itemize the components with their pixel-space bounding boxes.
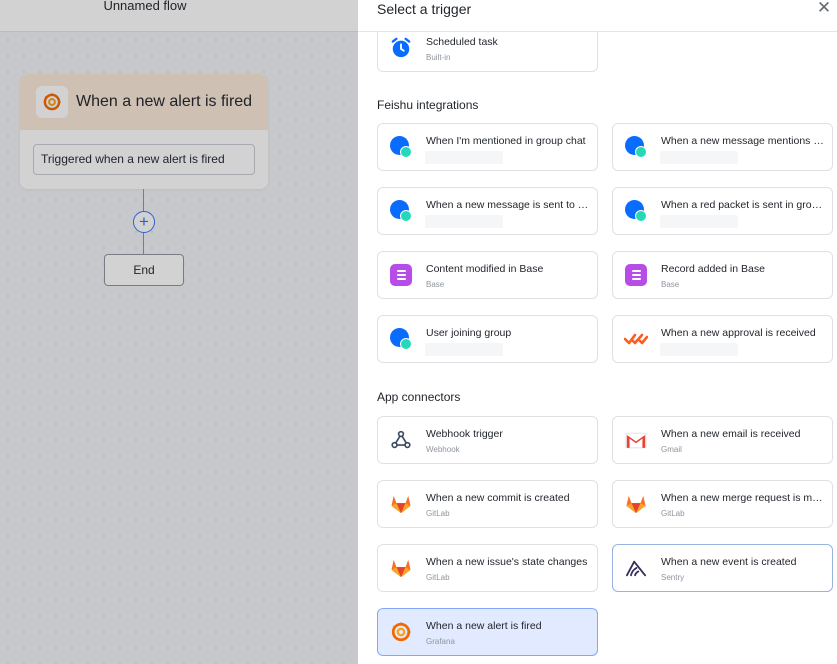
card-sub-placeholder — [425, 215, 503, 228]
card-sub-placeholder — [425, 343, 503, 356]
card-label: Webhook trigger — [426, 428, 503, 440]
card-sub: Base — [661, 280, 680, 289]
feishu-chat-icon — [389, 327, 413, 351]
panel-header: Select a trigger ✕ — [358, 0, 837, 32]
card-label: When a new event is created — [661, 556, 797, 568]
card-sub: GitLab — [426, 573, 450, 582]
card-sub: Gmail — [661, 445, 682, 454]
trigger-card-mentioned-in-group[interactable]: When I'm mentioned in group chat — [377, 123, 598, 171]
trigger-card-webhook[interactable]: Webhook trigger Webhook — [377, 416, 598, 464]
close-icon[interactable]: ✕ — [815, 0, 833, 18]
select-trigger-panel: Select a trigger ✕ Scheduled task Built-… — [358, 0, 837, 664]
section-app-connectors: App connectors — [377, 390, 461, 404]
card-label: When a new merge request is made — [661, 492, 826, 504]
card-label: When a new alert is fired — [426, 620, 542, 632]
trigger-card-red-packet[interactable]: When a red packet is sent in group... — [612, 187, 833, 235]
card-label: When a new email is received — [661, 428, 801, 440]
card-label: When a new commit is created — [426, 492, 570, 504]
base-icon — [624, 263, 648, 287]
trigger-card-gitlab-issue[interactable]: When a new issue's state changes GitLab — [377, 544, 598, 592]
trigger-card-content-modified-base[interactable]: Content modified in Base Base — [377, 251, 598, 299]
feishu-chat-icon — [389, 199, 413, 223]
card-sub: Webhook — [426, 445, 460, 454]
card-sub: GitLab — [661, 509, 685, 518]
base-icon — [389, 263, 413, 287]
card-label: When a new message is sent to m... — [426, 199, 591, 211]
trigger-card-record-added-base[interactable]: Record added in Base Base — [612, 251, 833, 299]
webhook-icon — [389, 428, 413, 452]
card-sub-placeholder — [660, 215, 738, 228]
gitlab-icon — [624, 492, 648, 516]
card-label: User joining group — [426, 327, 512, 339]
feishu-chat-icon — [624, 135, 648, 159]
gitlab-icon — [389, 492, 413, 516]
feishu-chat-icon — [624, 199, 648, 223]
trigger-card-approval-received[interactable]: When a new approval is received — [612, 315, 833, 363]
grafana-icon — [389, 620, 413, 644]
card-label: When I'm mentioned in group chat — [426, 135, 586, 147]
sentry-icon — [624, 556, 648, 580]
card-label: When a new issue's state changes — [426, 556, 588, 568]
card-sub: Sentry — [661, 573, 685, 582]
card-sub: GitLab — [426, 509, 450, 518]
card-sub: Grafana — [426, 637, 455, 646]
alarm-clock-icon — [389, 36, 413, 60]
trigger-card-sentry[interactable]: When a new event is created Sentry — [612, 544, 833, 592]
feishu-chat-icon — [389, 135, 413, 159]
card-sub-placeholder — [425, 151, 503, 164]
card-sub: Built-in — [426, 53, 451, 62]
section-feishu-integrations: Feishu integrations — [377, 98, 479, 112]
trigger-card-gitlab-commit[interactable]: When a new commit is created GitLab — [377, 480, 598, 528]
trigger-card-grafana-alert[interactable]: When a new alert is fired Grafana — [377, 608, 598, 656]
card-label: Record added in Base — [661, 263, 765, 275]
card-label: When a new approval is received — [661, 327, 816, 339]
card-sub-placeholder — [660, 343, 738, 356]
approval-icon — [624, 327, 648, 351]
card-label: Content modified in Base — [426, 263, 544, 275]
card-label: When a red packet is sent in group... — [661, 199, 826, 211]
panel-title: Select a trigger — [377, 1, 472, 17]
trigger-card-gmail[interactable]: When a new email is received Gmail — [612, 416, 833, 464]
card-sub-placeholder — [660, 151, 738, 164]
trigger-card-gitlab-merge-request[interactable]: When a new merge request is made GitLab — [612, 480, 833, 528]
trigger-card-message-mentions-bot[interactable]: When a new message mentions B... — [612, 123, 833, 171]
trigger-card-message-sent-to-me[interactable]: When a new message is sent to m... — [377, 187, 598, 235]
flow-canvas: Unnamed flow When a new alert is fired T… — [0, 0, 358, 664]
trigger-card-user-joining-group[interactable]: User joining group — [377, 315, 598, 363]
gitlab-icon — [389, 556, 413, 580]
card-label: When a new message mentions B... — [661, 135, 826, 147]
card-sub: Base — [426, 280, 445, 289]
modal-overlay[interactable] — [0, 0, 358, 664]
card-label: Scheduled task — [426, 36, 498, 48]
gmail-icon — [624, 428, 648, 452]
